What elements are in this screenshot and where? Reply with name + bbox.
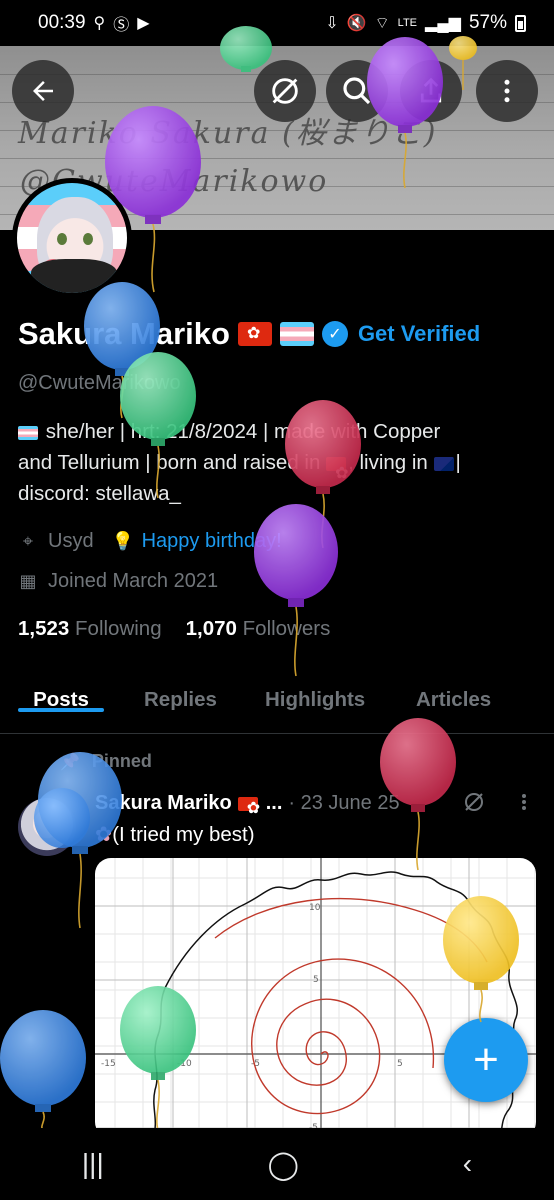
following-count: 1,523 bbox=[18, 617, 70, 640]
location-pin-icon: ⌖ bbox=[22, 531, 34, 551]
battery-percent: 57% bbox=[468, 12, 507, 33]
tab-articles[interactable]: Articles bbox=[416, 672, 491, 712]
post-more-icon[interactable] bbox=[518, 790, 530, 820]
flower-emoji-icon: ✿ bbox=[95, 823, 113, 846]
profile-name-row: Sakura Mariko ✓ Get Verified bbox=[18, 316, 480, 352]
pin-icon: 📌 bbox=[60, 753, 80, 771]
black-wavy-curve bbox=[152, 871, 520, 1138]
more-vertical-icon bbox=[504, 79, 510, 103]
hong-kong-flag-icon bbox=[326, 456, 348, 489]
compose-post-button[interactable]: + bbox=[444, 1018, 528, 1102]
grok-post-icon[interactable] bbox=[462, 790, 486, 820]
post-author-avatar[interactable] bbox=[18, 798, 76, 856]
birthday-link[interactable]: Happy birthday! bbox=[142, 530, 282, 553]
balloon-blue bbox=[0, 1010, 86, 1131]
tab-replies[interactable]: Replies bbox=[144, 672, 217, 712]
arrow-left-icon bbox=[33, 81, 53, 101]
lightbulb-icon: 💡 bbox=[111, 531, 134, 551]
avatar-eye bbox=[57, 233, 67, 245]
red-spiral-curve bbox=[251, 958, 435, 1115]
search-icon bbox=[343, 77, 371, 105]
followers-link[interactable]: 1,070 Followers bbox=[186, 617, 331, 641]
bio-line-2a: and Tellurium | born and raised in bbox=[18, 451, 327, 474]
transgender-flag-icon bbox=[18, 425, 38, 440]
wifi-icon: ⌔ bbox=[374, 15, 390, 32]
tab-highlights[interactable]: Highlights bbox=[265, 672, 365, 712]
battery-icon bbox=[515, 14, 526, 32]
back-button[interactable] bbox=[12, 60, 74, 122]
share-icon bbox=[420, 77, 442, 103]
x-tick-label: -10 bbox=[177, 1059, 192, 1069]
x-tick-label: 5 bbox=[397, 1059, 403, 1069]
transgender-flag-icon bbox=[279, 322, 314, 346]
more-button[interactable] bbox=[476, 60, 538, 122]
profile-tabs: Posts Replies Highlights Articles bbox=[0, 672, 554, 734]
calendar-icon: ▦ bbox=[19, 571, 37, 591]
x-tick-label: -15 bbox=[101, 1059, 116, 1069]
avatar-body bbox=[31, 259, 117, 293]
followers-label: Followers bbox=[242, 617, 331, 640]
search-button[interactable] bbox=[326, 60, 388, 122]
profile-meta-row-2: ▦ Joined March 2021 bbox=[18, 570, 218, 593]
bio-line-1: she/her | hrt: 21/8/2024 | made with Cop… bbox=[45, 420, 441, 443]
profile-bio: she/her | hrt: 21/8/2024 | made with Cop… bbox=[18, 416, 538, 509]
share-button[interactable] bbox=[400, 60, 462, 122]
pinned-indicator: 📌 Pinned bbox=[60, 751, 152, 772]
profile-avatar[interactable] bbox=[12, 178, 132, 298]
following-label: Following bbox=[75, 617, 162, 640]
display-name: Sakura Mariko bbox=[18, 316, 230, 351]
mute-icon: 🔇 bbox=[346, 15, 367, 32]
grok-button[interactable] bbox=[254, 60, 316, 122]
following-link[interactable]: 1,523 Following bbox=[18, 617, 162, 641]
red-spiral-arc bbox=[214, 897, 488, 963]
tab-posts[interactable]: Posts bbox=[18, 672, 104, 712]
signal-icon: ▂▄▆ bbox=[425, 15, 461, 32]
home-icon[interactable]: ◯ bbox=[268, 1148, 299, 1181]
y-tick-label: 5 bbox=[313, 975, 319, 985]
profile-joined: Joined March 2021 bbox=[48, 570, 219, 592]
verified-badge-icon[interactable]: ✓ bbox=[321, 321, 348, 347]
profile-meta-row-1: ⌖ Usyd 💡 Happy birthday! bbox=[18, 530, 282, 553]
followers-count: 1,070 bbox=[185, 617, 237, 640]
hong-kong-flag-icon bbox=[237, 322, 272, 346]
post-body: (I tried my best) bbox=[112, 823, 255, 846]
profile-location: Usyd bbox=[48, 530, 94, 552]
status-time: 00:39 bbox=[38, 12, 86, 33]
youtube-icon: ▶ bbox=[137, 15, 150, 32]
y-tick-label: 10 bbox=[309, 903, 321, 913]
avatar-eye bbox=[83, 233, 93, 245]
status-bar: 00:39 ⚲ Ⓢ ▶ ⇩ 🔇 ⌔ LTE ▂▄▆ 57% bbox=[0, 0, 554, 46]
system-nav-bar: ||| ◯ ‹ bbox=[0, 1128, 554, 1200]
pinned-label: Pinned bbox=[91, 751, 152, 771]
grok-icon bbox=[272, 78, 298, 104]
network-label: LTE bbox=[397, 16, 418, 29]
get-verified-link[interactable]: Get Verified bbox=[358, 321, 480, 347]
plus-icon: + bbox=[473, 1035, 499, 1084]
australia-flag-icon bbox=[433, 456, 454, 471]
post-header: Sakura Mariko ... · 23 June 25 bbox=[95, 792, 400, 818]
post-author-ellipsis: ... bbox=[265, 792, 283, 814]
back-nav-icon[interactable]: ‹ bbox=[463, 1148, 472, 1180]
recent-apps-icon[interactable]: ||| bbox=[82, 1148, 104, 1180]
bio-line-3: discord: stellawa_ bbox=[18, 482, 181, 505]
bike-icon: ⚲ bbox=[93, 15, 106, 32]
post-date[interactable]: · 23 June 25 bbox=[288, 792, 399, 815]
follow-stats: 1,523 Following 1,070 Followers bbox=[18, 617, 330, 641]
post-author-name[interactable]: Sakura Mariko bbox=[95, 792, 232, 815]
bio-line-2b: , living in bbox=[348, 451, 434, 474]
app-s-icon: Ⓢ bbox=[113, 17, 130, 34]
hong-kong-flag-icon bbox=[237, 796, 260, 818]
download-icon: ⇩ bbox=[325, 15, 339, 32]
profile-handle: @CwuteMarikowo bbox=[18, 372, 181, 394]
post-text: ✿(I tried my best) bbox=[95, 822, 255, 847]
